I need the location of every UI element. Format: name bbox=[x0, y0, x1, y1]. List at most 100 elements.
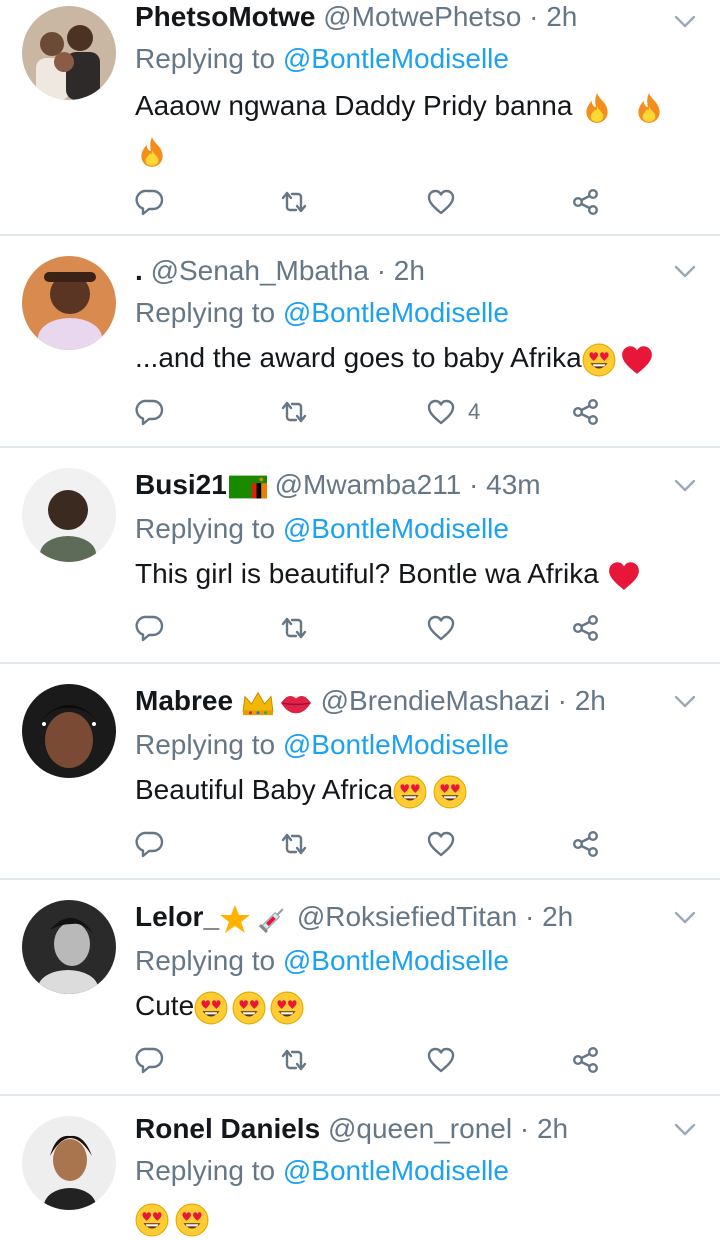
heart-eyes-icon bbox=[232, 991, 266, 1025]
like-button[interactable] bbox=[426, 824, 468, 864]
mention-link[interactable]: @BontleModiselle bbox=[283, 43, 509, 74]
chevron-down-icon[interactable] bbox=[672, 472, 698, 498]
share-button[interactable] bbox=[571, 392, 601, 432]
tweet-header: Mabree @BrendieMashazi · 2h bbox=[135, 684, 650, 718]
tweet[interactable]: Ronel Daniels @queen_ronel · 2h Replying… bbox=[0, 1096, 720, 1229]
retweet-icon bbox=[279, 1045, 309, 1075]
display-name[interactable]: . bbox=[135, 255, 143, 286]
retweet-button[interactable] bbox=[279, 392, 309, 432]
reply-button[interactable] bbox=[135, 824, 165, 864]
share-button[interactable] bbox=[571, 608, 601, 648]
tweet[interactable]: . @Senah_Mbatha · 2h Replying to @Bontle… bbox=[0, 236, 720, 448]
chevron-down-icon[interactable] bbox=[672, 8, 698, 34]
retweet-icon bbox=[279, 397, 309, 427]
tweet-header: Ronel Daniels @queen_ronel · 2h bbox=[135, 1112, 650, 1146]
retweet-button[interactable] bbox=[279, 182, 309, 222]
avatar[interactable] bbox=[22, 6, 116, 100]
chevron-down-icon[interactable] bbox=[672, 258, 698, 284]
tweet-text-content: Aaaow ngwana Daddy Pridy banna bbox=[135, 90, 573, 121]
mention-link[interactable]: @BontleModiselle bbox=[283, 729, 509, 760]
replying-to-label: Replying to bbox=[135, 729, 276, 760]
replying-to: Replying to @BontleModiselle bbox=[135, 944, 509, 978]
retweet-button[interactable] bbox=[279, 1040, 309, 1080]
avatar[interactable] bbox=[22, 900, 116, 994]
avatar[interactable] bbox=[22, 684, 116, 778]
fire-icon bbox=[135, 135, 169, 169]
like-icon bbox=[426, 397, 456, 427]
tweet-text: ...and the award goes to baby Afrika bbox=[135, 336, 690, 380]
user-handle[interactable]: @RoksiefiedTitan bbox=[297, 901, 517, 932]
user-handle[interactable]: @MotwePhetso bbox=[323, 1, 521, 32]
reply-button[interactable] bbox=[135, 392, 165, 432]
chevron-down-icon[interactable] bbox=[672, 688, 698, 714]
mention-link[interactable]: @BontleModiselle bbox=[283, 945, 509, 976]
reply-button[interactable] bbox=[135, 182, 165, 222]
user-handle[interactable]: @Mwamba211 bbox=[275, 469, 462, 500]
tweet-actions bbox=[135, 824, 605, 864]
red-heart-icon bbox=[620, 343, 654, 377]
chevron-down-icon[interactable] bbox=[672, 904, 698, 930]
timestamp: · 43m bbox=[469, 469, 541, 500]
avatar[interactable] bbox=[22, 256, 116, 350]
reply-button[interactable] bbox=[135, 1040, 165, 1080]
mention-link[interactable]: @BontleModiselle bbox=[283, 513, 509, 544]
mention-link[interactable]: @BontleModiselle bbox=[283, 297, 509, 328]
share-button[interactable] bbox=[571, 182, 601, 222]
tweet-text: Beautiful Baby Africa bbox=[135, 768, 690, 812]
red-heart-icon bbox=[607, 559, 641, 593]
tweet[interactable]: Lelor_ @RoksiefiedTitan · 2h Replying to… bbox=[0, 880, 720, 1096]
reply-icon bbox=[135, 397, 165, 427]
tweet[interactable]: PhetsoMotwe @MotwePhetso · 2h Replying t… bbox=[0, 0, 720, 236]
share-button[interactable] bbox=[571, 824, 601, 864]
reply-button[interactable] bbox=[135, 608, 165, 648]
tweet[interactable]: Busi21 @Mwamba211 · 43m Replying to @Bon… bbox=[0, 448, 720, 664]
heart-eyes-icon bbox=[433, 775, 467, 809]
like-button[interactable] bbox=[426, 182, 468, 222]
retweet-button[interactable] bbox=[279, 608, 309, 648]
display-name[interactable]: Mabree bbox=[135, 685, 233, 716]
like-button[interactable] bbox=[426, 1040, 468, 1080]
tweet-text-content: Cute bbox=[135, 990, 195, 1021]
display-name[interactable]: Busi21 bbox=[135, 469, 227, 500]
display-name[interactable]: PhetsoMotwe bbox=[135, 1, 315, 32]
avatar[interactable] bbox=[22, 468, 116, 562]
replying-to: Replying to @BontleModiselle bbox=[135, 1154, 509, 1188]
display-name[interactable]: Ronel Daniels bbox=[135, 1113, 320, 1144]
tweet-header: Lelor_ @RoksiefiedTitan · 2h bbox=[135, 900, 650, 935]
like-count: 4 bbox=[468, 399, 481, 424]
tweet-text bbox=[135, 1196, 690, 1240]
retweet-icon bbox=[279, 613, 309, 643]
user-handle[interactable]: @BrendieMashazi bbox=[321, 685, 550, 716]
avatar[interactable] bbox=[22, 1116, 116, 1210]
timestamp: · 2h bbox=[519, 1113, 569, 1144]
mention-link[interactable]: @BontleModiselle bbox=[283, 1155, 509, 1186]
share-icon bbox=[571, 397, 601, 427]
like-icon bbox=[426, 829, 456, 859]
heart-eyes-icon bbox=[175, 1203, 209, 1237]
replying-to-label: Replying to bbox=[135, 945, 276, 976]
tweet-text: Aaaow ngwana Daddy Pridy banna bbox=[135, 84, 690, 172]
tweet-text-content: This girl is beautiful? Bontle wa Afrika bbox=[135, 558, 599, 589]
share-icon bbox=[571, 613, 601, 643]
tweet-header: PhetsoMotwe @MotwePhetso · 2h bbox=[135, 0, 650, 34]
timestamp: · 2h bbox=[557, 685, 606, 716]
like-icon bbox=[426, 1045, 456, 1075]
like-button[interactable]: 4 bbox=[426, 392, 480, 432]
user-handle[interactable]: @queen_ronel bbox=[328, 1113, 512, 1144]
like-icon bbox=[426, 613, 456, 643]
star-icon bbox=[219, 903, 251, 935]
chevron-down-icon[interactable] bbox=[672, 1116, 698, 1142]
replying-to-label: Replying to bbox=[135, 43, 276, 74]
replying-to-label: Replying to bbox=[135, 1155, 276, 1186]
tweet[interactable]: Mabree @BrendieMashazi · 2h Replying to … bbox=[0, 664, 720, 880]
like-button[interactable] bbox=[426, 608, 468, 648]
display-name[interactable]: Lelor_ bbox=[135, 901, 219, 932]
heart-eyes-icon bbox=[393, 775, 427, 809]
retweet-button[interactable] bbox=[279, 824, 309, 864]
user-handle[interactable]: @Senah_Mbatha bbox=[151, 255, 369, 286]
share-button[interactable] bbox=[571, 1040, 601, 1080]
retweet-icon bbox=[279, 829, 309, 859]
timestamp: · 2h bbox=[529, 1, 578, 32]
heart-eyes-icon bbox=[135, 1203, 169, 1237]
like-icon bbox=[426, 187, 456, 217]
